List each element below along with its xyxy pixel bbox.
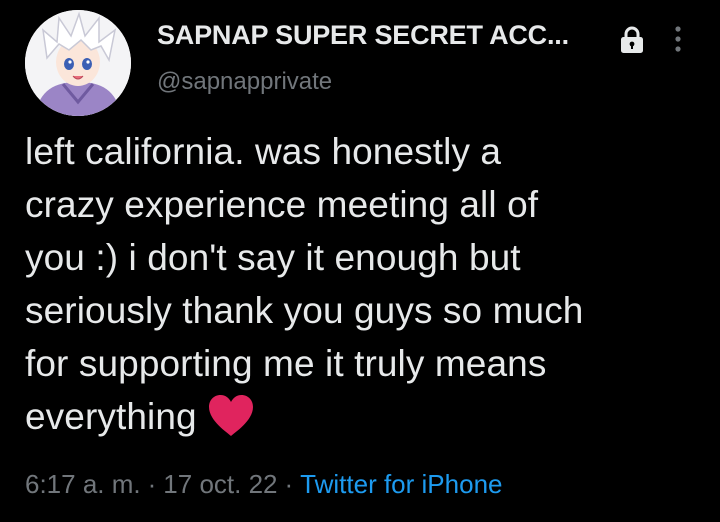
avatar-illustration [25,10,131,116]
tweet-time[interactable]: 6:17 a. m. [25,469,141,499]
tweet-card: SAPNAP SUPER SECRET ACC... @sapnapprivat… [0,0,720,522]
display-name[interactable]: SAPNAP SUPER SECRET ACC... [157,20,569,51]
avatar[interactable] [25,10,131,116]
user-handle[interactable]: @sapnapprivate [157,68,332,96]
meta-separator: · [284,469,294,499]
tweet-line: you :) i don't say it enough but [25,237,521,278]
tweet-source-link[interactable]: Twitter for iPhone [300,469,502,499]
tweet-line: left california. was honestly a [25,131,502,172]
lock-icon [620,26,644,54]
tweet-last-line: everything [25,390,705,443]
tweet-line: crazy experience meeting all of [25,184,539,225]
more-vertical-icon[interactable] [670,24,686,54]
tweet-text: left california. was honestly a crazy ex… [25,125,705,443]
red-heart-icon [207,394,255,438]
tweet-line: for supporting me it truly means [25,343,547,384]
meta-separator: · [147,469,157,499]
tweet-date[interactable]: 17 oct. 22 [163,469,277,499]
tweet-line: seriously thank you guys so much [25,290,584,331]
tweet-line: everything [25,396,197,437]
tweet-meta: 6:17 a. m. · 17 oct. 22 · Twitter for iPhone [25,469,502,500]
